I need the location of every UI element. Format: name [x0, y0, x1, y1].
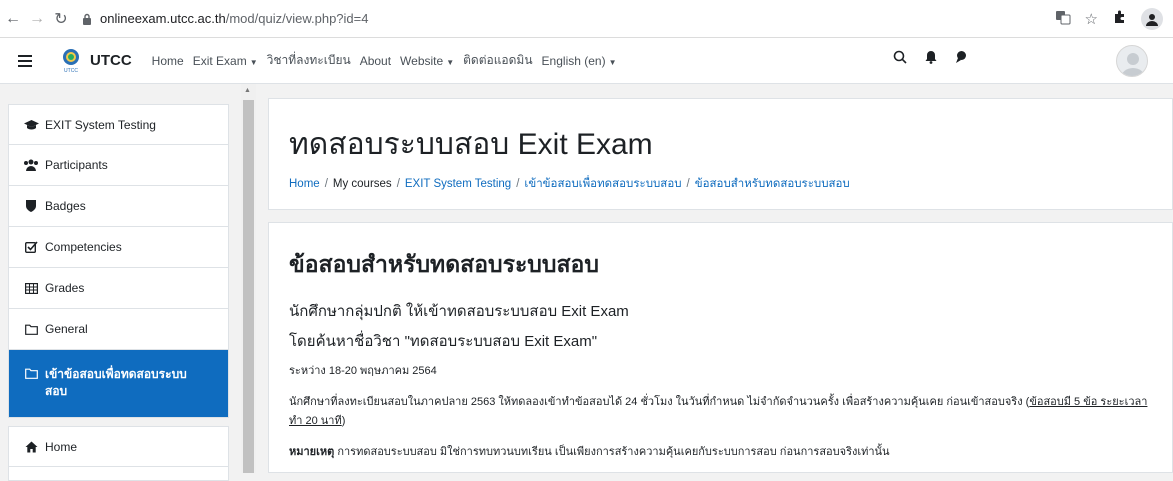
caret-down-icon: ▼ — [249, 57, 258, 67]
browser-profile-icon[interactable] — [1141, 7, 1163, 30]
menu-contact-admin[interactable]: ติดต่อแอดมิน — [463, 51, 532, 70]
note-label: หมายเหตุ — [289, 446, 335, 458]
checkbox-icon — [23, 241, 39, 253]
utcc-logo-icon: UTCC — [58, 48, 84, 74]
sidebar-item-grades[interactable]: Grades — [8, 268, 229, 309]
sidebar-item-general[interactable]: General — [8, 309, 229, 350]
sidebar-scroll-thumb[interactable] — [243, 100, 254, 473]
sidebar-item-home[interactable]: Home — [8, 426, 229, 467]
sidebar-item-badges[interactable]: Badges — [8, 186, 229, 227]
quiz-title: ข้อสอบสำหรับทดสอบระบบสอบ — [289, 251, 599, 277]
home-icon — [23, 441, 39, 453]
intro-line-2: โดยค้นหาชื่อวิชา "ทดสอบระบบสอบ Exit Exam… — [289, 333, 598, 350]
caret-down-icon: ▼ — [446, 57, 455, 67]
course-sidebar: EXIT System Testing Participants Badges … — [0, 84, 242, 481]
breadcrumb-home[interactable]: Home — [289, 178, 320, 190]
page-title: ทดสอบระบบสอบ Exit Exam — [289, 128, 653, 161]
intro-paragraph: นักศึกษาที่ลงทะเบียนสอบในภาคปลาย 2563 ให… — [289, 396, 1148, 427]
breadcrumb-my-courses[interactable]: My courses — [333, 178, 392, 190]
messages-icon[interactable] — [955, 50, 967, 69]
folder-icon — [23, 368, 39, 379]
quiz-intro: นักศึกษากลุ่มปกติ ให้เข้าทดสอบระบบสอบ Ex… — [289, 299, 1159, 474]
site-navbar: UTCC UTCC Home Exit Exam ▼ วิชาที่ลงทะเบี… — [0, 38, 1173, 84]
breadcrumb-section[interactable]: เข้าข้อสอบเพื่อทดสอบระบบสอบ — [524, 178, 681, 190]
url-host: onlineexam.utcc.ac.th — [100, 11, 226, 26]
menu-toggle-icon[interactable] — [10, 46, 40, 76]
translate-icon[interactable] — [1055, 9, 1071, 29]
breadcrumb-course[interactable]: EXIT System Testing — [405, 178, 511, 190]
menu-registered-courses[interactable]: วิชาที่ลงทะเบียน — [267, 51, 351, 70]
lock-icon — [80, 12, 94, 26]
site-brand[interactable]: UTCC UTCC — [58, 48, 132, 74]
table-icon — [23, 282, 39, 294]
menu-about[interactable]: About — [360, 54, 391, 68]
page-header: ทดสอบระบบสอบ Exit Exam Home / My courses / E… — [268, 98, 1173, 210]
search-icon[interactable] — [893, 50, 907, 69]
primary-menu: Home Exit Exam ▼ วิชาที่ลงทะเบียน About W… — [152, 51, 617, 70]
forward-arrow-icon[interactable]: → — [26, 8, 48, 30]
back-arrow-icon[interactable]: ← — [2, 8, 24, 30]
sidebar-divider — [8, 418, 229, 426]
extensions-icon[interactable] — [1112, 9, 1127, 28]
menu-language[interactable]: English (en) ▼ — [542, 54, 617, 68]
caret-down-icon: ▼ — [608, 57, 617, 67]
menu-exit-exam[interactable]: Exit Exam ▼ — [193, 54, 258, 68]
graduation-cap-icon — [23, 119, 39, 131]
url-path: /mod/quiz/view.php?id=4 — [225, 11, 369, 26]
sidebar-item-participants[interactable]: Participants — [8, 145, 229, 186]
breadcrumb: Home / My courses / EXIT System Testing / เข้า… — [289, 178, 850, 190]
address-bar[interactable]: onlineexam.utcc.ac.th/mod/quiz/view.php?… — [80, 6, 1055, 32]
sidebar-item-next[interactable] — [8, 467, 229, 481]
shield-icon — [23, 200, 39, 212]
star-icon[interactable]: ☆ — [1085, 10, 1098, 28]
user-avatar[interactable] — [1116, 45, 1148, 77]
intro-note: หมายเหตุ การทดสอบระบบสอบ มิใช่การทบทวนบท… — [289, 446, 890, 458]
intro-date: ระหว่าง 18-20 พฤษภาคม 2564 — [289, 365, 437, 377]
breadcrumb-quiz[interactable]: ข้อสอบสำหรับทดสอบระบบสอบ — [695, 178, 850, 190]
svg-text:UTCC: UTCC — [64, 68, 78, 74]
sidebar-item-enter-test-exam[interactable]: เข้าข้อสอบเพื่อทดสอบระบบสอบ — [8, 350, 229, 418]
sidebar-item-course[interactable]: EXIT System Testing — [8, 104, 229, 145]
brand-name: UTCC — [90, 52, 132, 69]
intro-line-1: นักศึกษากลุ่มปกติ ให้เข้าทดสอบระบบสอบ Ex… — [289, 303, 629, 320]
menu-website[interactable]: Website ▼ — [400, 54, 454, 68]
scroll-up-arrow-icon[interactable]: ▲ — [244, 87, 251, 94]
sidebar-item-competencies[interactable]: Competencies — [8, 227, 229, 268]
reload-icon[interactable]: ↻ — [50, 8, 72, 30]
quiz-content: ข้อสอบสำหรับทดสอบระบบสอบ นักศึกษากลุ่มปก… — [268, 222, 1173, 473]
menu-home[interactable]: Home — [152, 54, 184, 68]
notification-bell-icon[interactable] — [925, 50, 937, 69]
users-icon — [23, 159, 39, 171]
folder-icon — [23, 324, 39, 335]
browser-toolbar: ← → ↻ onlineexam.utcc.ac.th/mod/quiz/vie… — [0, 0, 1173, 38]
